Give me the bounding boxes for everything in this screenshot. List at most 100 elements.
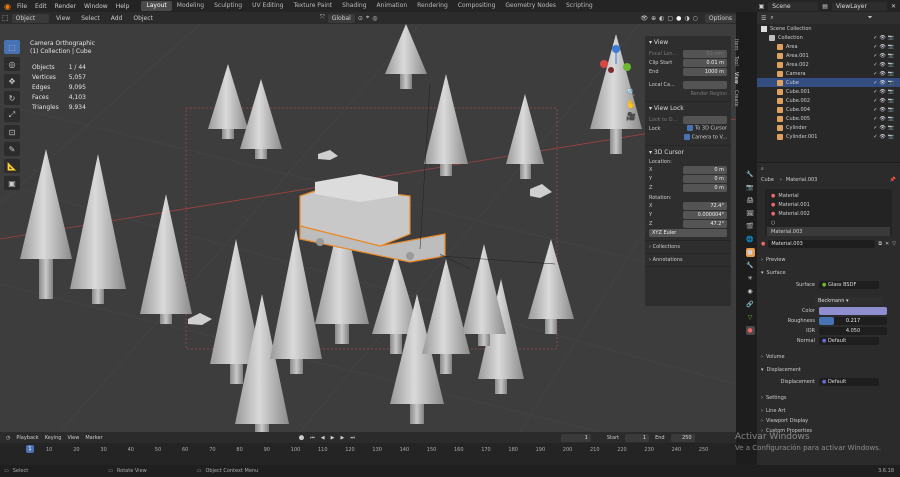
rot-y-field[interactable]: 0.000004° (683, 210, 727, 219)
add-cube-tool-icon[interactable]: ▣ (4, 176, 20, 190)
material-slot[interactable]: ● Material.001 (767, 200, 890, 209)
rotate-tool-icon[interactable]: ↻ (4, 91, 20, 105)
outliner-item[interactable]: Cylinder ✓👁📷 (757, 123, 900, 132)
material-props-icon[interactable]: ● (745, 326, 755, 335)
constraints-icon[interactable]: 🔗 (746, 300, 755, 309)
collections-section[interactable]: › Collections (645, 241, 731, 254)
particles-icon[interactable]: ✳ (746, 274, 755, 283)
record-icon[interactable]: ⬤ (299, 435, 305, 441)
tab-item[interactable]: Item (733, 36, 739, 53)
section-title[interactable]: ▾ View Lock (649, 105, 727, 112)
proportional-edit-icon[interactable]: ◎ (372, 15, 377, 22)
cursor-tool-icon[interactable]: ◎ (4, 57, 20, 71)
close-icon[interactable]: ✕ (885, 241, 889, 247)
menu-render[interactable]: Render (51, 3, 80, 10)
scale-tool-icon[interactable]: ⤢ (4, 108, 20, 122)
outliner-item[interactable]: Cube.002 ✓👁📷 (757, 96, 900, 105)
material-slot-active[interactable]: Material.003 (767, 227, 890, 236)
normal-field[interactable]: ● Default (819, 337, 879, 345)
section-title[interactable]: ▾ 3D Cursor (649, 149, 727, 156)
rot-x-field[interactable]: 72.4° (683, 201, 727, 210)
xray-icon[interactable]: ▢ (667, 15, 673, 22)
filter-icon[interactable]: ⏷ (868, 14, 873, 22)
visibility-toggle-icon[interactable]: ✓👁📷 (873, 116, 896, 122)
timeline-ruler[interactable]: 1 1 10 20 30 40 50 60 70 80 90 100 110 120 130 140 150 1… (0, 443, 736, 465)
visibility-toggle-icon[interactable]: ✓👁📷 (873, 53, 896, 59)
3d-viewport[interactable]: Camera Orthographic (1) Collection | Cub… (0, 24, 736, 432)
local-camera-field[interactable] (683, 80, 727, 89)
visibility-toggle-icon[interactable]: ✓👁📷 (873, 71, 896, 77)
visibility-toggle-icon[interactable]: ✓👁📷 (873, 107, 896, 113)
rot-z-field[interactable]: 47.2° (683, 219, 727, 228)
visibility-toggle-icon[interactable]: ✓👁📷 (873, 125, 896, 131)
annotations-section[interactable]: › Annotations (645, 254, 731, 267)
outliner-item[interactable]: Camera ✓👁📷 (757, 69, 900, 78)
tool-props-icon[interactable]: 🔧 (746, 170, 755, 179)
menu-object[interactable]: Object (129, 15, 157, 22)
menu-help[interactable]: Help (112, 3, 134, 10)
play-icon[interactable]: ▶ (331, 435, 335, 441)
outliner-item[interactable]: Cube.001 ✓👁📷 (757, 87, 900, 96)
surface-section[interactable]: ▾ Surface (757, 268, 900, 278)
tab-texture-paint[interactable]: Texture Paint (288, 1, 337, 11)
menu-view[interactable]: View (67, 435, 79, 441)
rotation-mode-dropdown[interactable]: XYZ Euler (649, 228, 727, 237)
tab-view[interactable]: View (733, 69, 739, 87)
close-icon[interactable]: ✕ (891, 3, 896, 10)
camera-to-view-checkbox[interactable]: Camera to V... (683, 134, 727, 141)
distribution-dropdown[interactable]: Beckmann ▾ (815, 297, 883, 305)
tab-animation[interactable]: Animation (372, 1, 413, 11)
material-slot[interactable]: ● Material (767, 191, 890, 200)
orientation-dropdown[interactable]: Global ▾ (327, 13, 355, 31)
material-name-field[interactable]: Material.003 (768, 240, 876, 248)
blender-logo-icon[interactable]: ◉ (4, 2, 11, 11)
section-title[interactable]: ▾ View (649, 39, 727, 46)
prev-key-icon[interactable]: ◀ (321, 435, 325, 441)
copy-icon[interactable]: ⧉ (878, 241, 882, 247)
visibility-toggle-icon[interactable]: ✓👁📷 (873, 80, 896, 86)
object-props-icon[interactable]: ■ (745, 248, 755, 257)
color-swatch[interactable] (819, 307, 887, 315)
displacement-section[interactable]: ▾ Displacement (757, 365, 900, 375)
outliner-item[interactable]: Collection ✓👁📷 (757, 33, 900, 42)
viewlayer-selector[interactable]: ViewLayer (831, 1, 887, 11)
menu-file[interactable]: File (13, 3, 31, 10)
outliner-item[interactable]: Area.001 ✓👁📷 (757, 51, 900, 60)
menu-view[interactable]: View (52, 15, 74, 22)
modifier-props-icon[interactable]: 🔧 (746, 261, 755, 270)
measure-tool-icon[interactable]: 📐 (4, 159, 20, 173)
clock-icon[interactable]: ◷ (6, 435, 10, 441)
displacement-field[interactable]: ● Default (819, 378, 879, 386)
ior-field[interactable]: 4.050 (819, 327, 887, 335)
outliner-item[interactable]: Area ✓👁📷 (757, 42, 900, 51)
render-region-checkbox[interactable]: Render Region (690, 91, 727, 97)
output-props-icon[interactable]: 🖨 (746, 196, 755, 205)
visibility-toggle-icon[interactable]: ✓👁📷 (873, 89, 896, 95)
tab-create[interactable]: Create (733, 87, 739, 110)
tab-modeling[interactable]: Modeling (172, 1, 209, 11)
menu-edit[interactable]: Edit (31, 3, 51, 10)
annotate-tool-icon[interactable]: ✎ (4, 142, 20, 156)
jump-end-icon[interactable]: ⏭ (350, 435, 355, 441)
cursor-y-field[interactable]: 0 m (683, 174, 727, 183)
transform-tool-icon[interactable]: ⊡ (4, 125, 20, 139)
tab-compositing[interactable]: Compositing (453, 1, 501, 11)
render-props-icon[interactable]: 📷 (746, 183, 755, 192)
shading-material-icon[interactable]: ◑ (684, 15, 689, 22)
menu-playback[interactable]: Playback (16, 435, 38, 441)
viewport-display-section[interactable]: › Viewport Display (757, 416, 900, 426)
menu-keying[interactable]: Keying (45, 435, 62, 441)
visibility-toggle-icon[interactable]: ✓👁📷 (873, 134, 896, 140)
pan-hand-icon[interactable]: ✋ (626, 100, 636, 109)
cursor-x-field[interactable]: 0 m (683, 165, 727, 174)
data-props-icon[interactable]: ▽ (746, 313, 755, 322)
lock-object-field[interactable] (683, 115, 727, 124)
outliner-item[interactable]: Cube.004 ✓👁📷 (757, 105, 900, 114)
options-dropdown[interactable]: Options (704, 13, 736, 23)
clip-start-field[interactable]: 0.01 m (683, 58, 727, 67)
select-box-tool-icon[interactable]: ⬚ (4, 40, 20, 54)
scene-selector[interactable]: Scene (768, 1, 819, 11)
tab-tool[interactable]: Tool (733, 53, 739, 69)
outliner-item[interactable]: Cube.005 ✓👁📷 (757, 114, 900, 123)
outliner-icon[interactable]: ☰ (761, 15, 766, 22)
